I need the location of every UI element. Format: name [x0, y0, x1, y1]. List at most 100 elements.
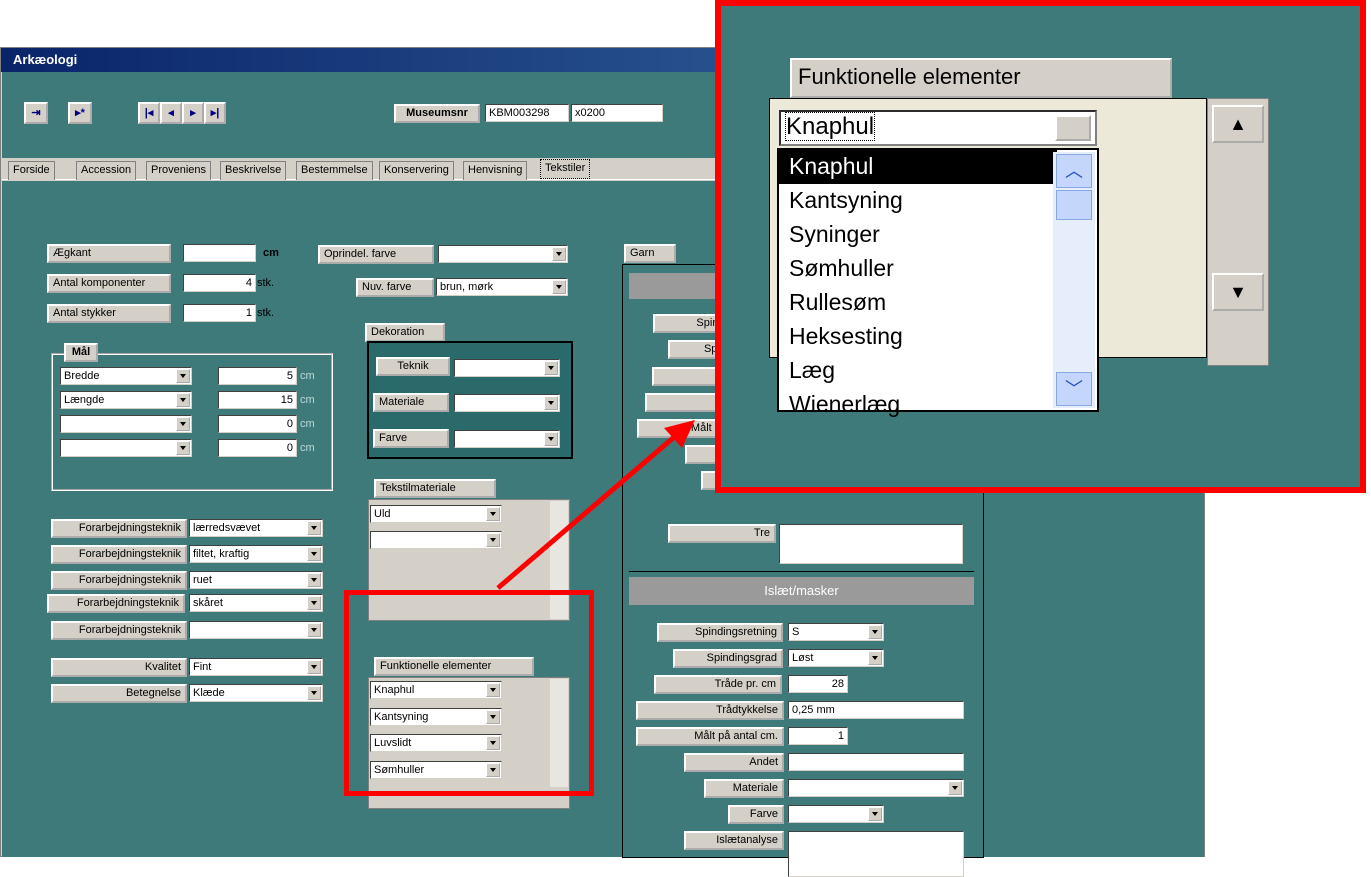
forarb-dropdown-3[interactable]: ruet	[189, 571, 323, 589]
zoom-option-4[interactable]: Sømhuller	[779, 252, 1097, 286]
zoom-option-2[interactable]: Kantsyning	[779, 184, 1097, 218]
spindingsgrad-dropdown[interactable]: Løst	[788, 649, 884, 667]
traadtykkelse-button[interactable]: Trådtykkelse	[636, 701, 784, 720]
aegkant-field[interactable]	[183, 244, 256, 262]
oprindel-farve-button[interactable]: Oprindel. farve	[318, 245, 434, 264]
next-record-icon[interactable]: ▸	[182, 102, 204, 124]
betegnelse-button[interactable]: Betegnelse	[51, 684, 187, 703]
new-record-icon[interactable]: ▸*	[68, 102, 92, 124]
museumsnr-button[interactable]: Museumsnr	[394, 104, 480, 123]
forarb-dropdown-1[interactable]: lærredsvævet	[189, 519, 323, 537]
tab-konservering[interactable]: Konservering	[379, 161, 454, 180]
maal-button[interactable]: Mål	[64, 343, 98, 362]
tekstilmateriale-button[interactable]: Tekstilmateriale	[374, 479, 496, 498]
traadtykkelse-field[interactable]: 0,25 mm	[788, 701, 964, 719]
antal-komponenter-button[interactable]: Antal komponenter	[47, 274, 171, 293]
antal-komponenter-unit: stk.	[257, 277, 275, 289]
maalt-paa-antal-button[interactable]: Målt på antal cm.	[636, 727, 784, 746]
zoom-callout: Funktionelle elementer Knaphul ▲ ▼ Knaph…	[715, 0, 1366, 493]
forarb-dropdown-2[interactable]: filtet, kraftig	[189, 545, 323, 563]
tab-tekstiler[interactable]: Tekstiler	[540, 159, 591, 179]
aegkant-button[interactable]: Ægkant	[47, 244, 171, 263]
forarb-dropdown-4[interactable]: skåret	[189, 594, 323, 612]
tab-garn[interactable]: Garn	[624, 244, 676, 263]
oprindel-farve-dropdown[interactable]	[438, 245, 568, 263]
zoom-option-3[interactable]: Syninger	[779, 218, 1097, 252]
traade-pr-cm-button[interactable]: Tråde pr. cm	[654, 675, 782, 694]
maal-unit-3: cm	[300, 418, 315, 430]
tekstilmateriale-dropdown-2[interactable]	[370, 531, 502, 549]
tab-henvisning[interactable]: Henvisning	[463, 161, 528, 180]
spindingsgrad-button[interactable]: Spindingsgrad	[673, 649, 783, 668]
last-record-icon[interactable]: ▸|	[204, 102, 226, 124]
maal-value-2[interactable]: 15	[218, 391, 297, 409]
zoom-list-scrollbar[interactable]: ︿ ﹀	[1053, 152, 1095, 408]
zoom-option-7[interactable]: Læg	[779, 354, 1097, 388]
tab-accession[interactable]: Accession	[76, 161, 137, 180]
islaet-farve-dropdown[interactable]	[788, 805, 884, 823]
zoom-combo-arrow-icon[interactable]	[1055, 115, 1091, 141]
zoom-list-down-icon[interactable]: ﹀	[1056, 372, 1092, 406]
islaetanalyse-field[interactable]	[788, 831, 964, 877]
zoom-option-8[interactable]: Wienerlæg	[779, 388, 1097, 422]
teknik-button[interactable]: Teknik	[376, 357, 450, 376]
nuv-farve-dropdown[interactable]: brun, mørk	[436, 278, 568, 296]
zoom-scroll-up-icon[interactable]: ▲	[1212, 105, 1264, 143]
islaet-materiale-button[interactable]: Materiale	[704, 779, 784, 798]
forarb-button-4[interactable]: Forarbejdningsteknik	[47, 594, 185, 613]
zoom-option-5[interactable]: Rullesøm	[779, 286, 1097, 320]
antal-stykker-button[interactable]: Antal stykker	[47, 304, 171, 323]
forarb-button-3[interactable]: Forarbejdningsteknik	[51, 571, 187, 590]
zoom-list-thumb[interactable]	[1056, 190, 1092, 220]
tab-beskrivelse[interactable]: Beskrivelse	[220, 161, 287, 180]
maal-type-dropdown-2[interactable]: Længde	[60, 391, 192, 409]
exit-icon[interactable]: ⇥	[24, 102, 48, 124]
garn-text-field[interactable]	[779, 524, 963, 564]
tab-proveniens[interactable]: Proveniens	[146, 161, 212, 180]
zoom-option-6[interactable]: Heksesting	[779, 320, 1097, 354]
zoom-dropdown-list[interactable]: Knaphul Kantsyning Syninger Sømhuller Ru…	[777, 148, 1099, 417]
maal-value-3[interactable]: 0	[218, 415, 297, 433]
zoom-list-up-icon[interactable]: ︿	[1056, 154, 1092, 188]
zoom-outer-scrollbar[interactable]: ▲ ▼	[1207, 98, 1269, 366]
spindingsretning-button[interactable]: Spindingsretning	[657, 623, 783, 642]
maal-type-dropdown-4[interactable]	[60, 439, 192, 457]
traade-pr-cm-field[interactable]: 28	[788, 675, 848, 693]
islaetanalyse-button[interactable]: Islætanalyse	[684, 831, 784, 850]
x-field[interactable]: x0200	[571, 104, 663, 122]
prev-record-icon[interactable]: ◂	[160, 102, 182, 124]
andet-button[interactable]: Andet	[684, 753, 784, 772]
islaet-materiale-dropdown[interactable]	[788, 779, 964, 797]
maal-type-dropdown-3[interactable]	[60, 415, 192, 433]
teknik-dropdown[interactable]	[454, 359, 560, 377]
nuv-farve-button[interactable]: Nuv. farve	[356, 278, 434, 297]
zoom-option-1[interactable]: Knaphul	[779, 150, 1057, 184]
kvalitet-button[interactable]: Kvalitet	[51, 658, 187, 677]
tab-bestemmelse[interactable]: Bestemmelse	[296, 161, 373, 180]
materiale-button[interactable]: Materiale	[373, 393, 449, 412]
forarb-button-5[interactable]: Forarbejdningsteknik	[51, 621, 187, 640]
kvalitet-dropdown[interactable]: Fint	[189, 658, 323, 676]
first-record-icon[interactable]: |◂	[138, 102, 160, 124]
farve-button[interactable]: Farve	[373, 429, 449, 448]
andet-field[interactable]	[788, 753, 964, 771]
forarb-dropdown-5[interactable]	[189, 621, 323, 639]
zoom-scroll-down-icon[interactable]: ▼	[1212, 273, 1264, 311]
zoom-funk-button[interactable]: Funktionelle elementer	[790, 58, 1172, 98]
antal-komponenter-field[interactable]: 4	[183, 274, 256, 292]
zoom-combo[interactable]: Knaphul	[779, 110, 1097, 146]
maal-value-1[interactable]: 5	[218, 367, 297, 385]
betegnelse-dropdown[interactable]: Klæde	[189, 684, 323, 702]
islaet-farve-button[interactable]: Farve	[728, 805, 784, 824]
maal-type-dropdown-1[interactable]: Bredde	[60, 367, 192, 385]
dekoration-button[interactable]: Dekoration	[365, 323, 445, 342]
maalt-paa-antal-field[interactable]: 1	[788, 727, 848, 745]
tab-forside[interactable]: Forside	[8, 161, 55, 180]
forarb-button-1[interactable]: Forarbejdningsteknik	[51, 519, 187, 538]
forarb-button-2[interactable]: Forarbejdningsteknik	[51, 545, 187, 564]
tekstilmateriale-dropdown-1[interactable]: Uld	[370, 505, 502, 523]
antal-stykker-field[interactable]: 1	[183, 304, 256, 322]
spindingsretning-dropdown[interactable]: S	[788, 623, 884, 641]
maal-value-4[interactable]: 0	[218, 439, 297, 457]
museumsnr-field[interactable]: KBM003298	[485, 104, 569, 122]
